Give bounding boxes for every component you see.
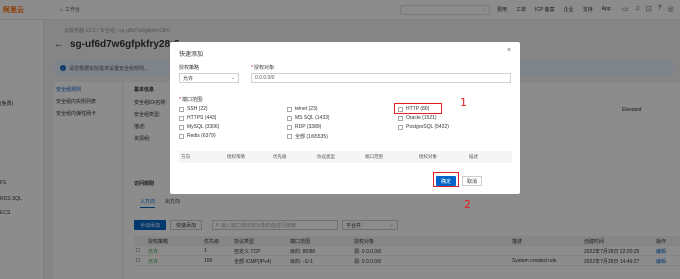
target-input[interactable]: 0.0.0.0/0 [251,73,511,83]
chevron-down-icon: ⌄ [230,75,235,81]
checkbox-box[interactable] [287,134,292,139]
col-direction: 方向 [181,154,190,159]
rules-preview-table: 方向 授权策略 优先级 协议类型 端口范围 授权对象 描述 [179,151,512,163]
col-desc: 描述 [469,154,478,159]
annotation-highlight-http [394,103,442,114]
checkbox-box[interactable] [398,124,403,130]
col-protocol: 协议类型 [317,154,335,159]
checkbox-box[interactable] [398,115,403,121]
quick-add-dialog: 快速添加 × 授权策略 允许 ⌄ *授权对象: 0.0.0.0/0 *端口范围:… [170,42,520,194]
port-checkbox-https[interactable]: HTTPS (443) [179,115,216,121]
port-label-row: *端口范围: [179,96,203,103]
col-port: 端口范围 [365,154,383,159]
close-icon[interactable]: × [507,47,511,54]
dialog-title: 快速添加 [179,52,204,58]
target-label: 授权对象: [253,65,276,71]
policy-value: 允许 [183,75,194,82]
cancel-button[interactable]: 取消 [462,176,482,186]
checkbox-box[interactable] [179,133,184,139]
port-option-label: PostgreSQL (5432) [406,124,449,130]
checkbox-box[interactable] [179,106,184,112]
checkbox-box[interactable] [287,124,292,130]
port-option-label: RDP (3389) [295,124,322,130]
port-option-label: SSH (22) [187,106,208,112]
port-option-label: Oracle (1521) [406,115,437,121]
port-option-label: 全部 (1/65535) [295,134,328,140]
target-value: 0.0.0.0/0 [255,75,275,81]
checkbox-box[interactable] [287,106,292,112]
col-priority: 优先级 [273,154,287,159]
port-checkbox-all[interactable]: 全部 (1/65535) [287,133,328,140]
col-policy: 授权策略 [227,154,245,159]
port-checkbox-postgresql[interactable]: PostgreSQL (5432) [398,124,449,130]
port-checkbox-telnet[interactable]: telnet (23) [287,106,318,112]
port-option-label: MS SQL (1433) [295,115,330,121]
checkbox-box[interactable] [287,115,292,121]
policy-select[interactable]: 允许 ⌄ [179,73,239,83]
target-label-row: *授权对象: [251,64,275,71]
port-checkbox-mssql[interactable]: MS SQL (1433) [287,115,330,121]
port-option-label: telnet (23) [295,106,318,112]
annotation-number-2: 2 [464,198,471,211]
annotation-highlight-confirm [433,172,459,187]
port-checkbox-redis[interactable]: Redis (6379) [179,133,216,139]
checkbox-box[interactable] [179,115,184,121]
port-checkbox-rdp[interactable]: RDP (3389) [287,124,321,130]
port-option-label: MySQL (3306) [187,124,220,130]
port-checkbox-mysql[interactable]: MySQL (3306) [179,124,219,130]
required-mark: * [251,65,253,71]
annotation-number-1: 1 [460,96,467,109]
policy-label: 授权策略 [179,65,200,71]
checkbox-box[interactable] [179,124,184,130]
port-label: 端口范围: [181,97,204,103]
port-checkbox-ssh[interactable]: SSH (22) [179,106,208,112]
required-mark: * [179,97,181,103]
col-target: 授权对象 [419,154,437,159]
port-option-label: Redis (6379) [187,133,216,139]
port-checkbox-oracle[interactable]: Oracle (1521) [398,115,437,121]
port-option-label: HTTPS (443) [187,115,217,121]
